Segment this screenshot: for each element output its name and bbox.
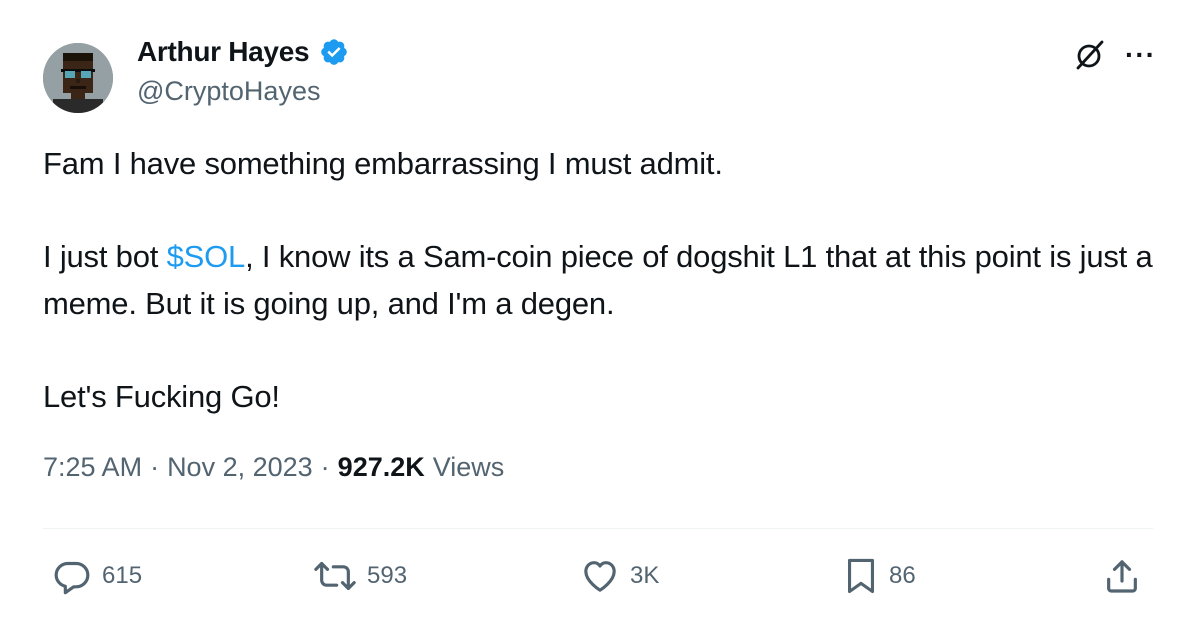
author-handle[interactable]: @CryptoHayes xyxy=(137,76,320,107)
heart-icon xyxy=(584,561,616,592)
tweet-line-1: Fam I have something embarrassing I must… xyxy=(43,146,723,181)
grok-icon[interactable] xyxy=(1073,38,1107,72)
tweet-text: Fam I have something embarrassing I must… xyxy=(43,140,1153,420)
share-icon xyxy=(1107,560,1137,593)
verified-badge-icon[interactable] xyxy=(319,37,349,67)
top-actions: ··· xyxy=(1073,38,1156,72)
tweet-line-3: Let's Fucking Go! xyxy=(43,379,280,414)
reply-icon xyxy=(54,561,90,595)
repost-icon xyxy=(314,561,356,591)
bookmark-icon xyxy=(847,558,875,594)
cashtag-link[interactable]: $SOL xyxy=(167,239,246,274)
more-options-icon[interactable]: ··· xyxy=(1125,41,1156,69)
action-bar: 615 593 3K 86 xyxy=(0,556,1200,596)
tweet-card: Arthur Hayes @CryptoHayes ··· Fam I have… xyxy=(0,0,1200,622)
like-button[interactable]: 3K xyxy=(580,556,659,596)
tweet-line-2: I just bot $SOL, I know its a Sam-coin p… xyxy=(43,233,1153,327)
repost-count: 593 xyxy=(367,562,408,589)
tweet-date[interactable]: Nov 2, 2023 xyxy=(167,452,313,483)
author-name-row: Arthur Hayes xyxy=(137,34,349,70)
views-label: Views xyxy=(432,452,505,482)
bookmark-button[interactable]: 86 xyxy=(843,556,916,596)
author-display-name[interactable]: Arthur Hayes xyxy=(137,36,310,68)
like-count: 3K xyxy=(630,562,660,589)
share-button[interactable] xyxy=(1102,556,1142,596)
reply-button[interactable]: 615 xyxy=(52,556,142,596)
bookmark-count: 86 xyxy=(889,562,916,589)
views-count: 927.2K xyxy=(337,452,425,482)
meta-separator: · xyxy=(150,452,160,482)
pixel-avatar-image xyxy=(43,43,113,113)
tweet-meta: 7:25 AM · Nov 2, 2023 · 927.2K Views xyxy=(43,452,504,483)
avatar[interactable] xyxy=(43,43,113,113)
reply-count: 615 xyxy=(102,562,143,589)
divider xyxy=(43,528,1153,529)
meta-separator: · xyxy=(320,452,330,482)
tweet-line-2-prefix: I just bot xyxy=(43,239,167,274)
tweet-time[interactable]: 7:25 AM xyxy=(43,452,142,483)
repost-button[interactable]: 593 xyxy=(313,556,407,596)
